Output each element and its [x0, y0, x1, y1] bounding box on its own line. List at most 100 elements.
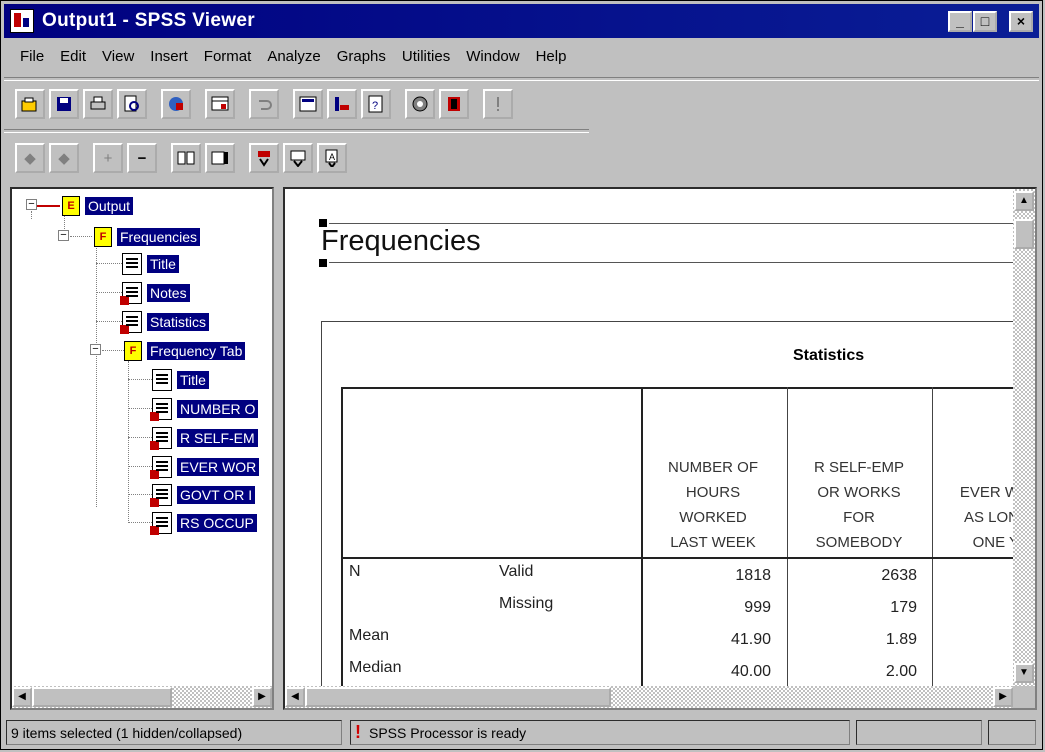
cell-value[interactable]: 41.90: [705, 631, 771, 649]
scroll-thumb[interactable]: [305, 687, 611, 707]
table-icon: [150, 398, 172, 421]
scroll-up-button[interactable]: ▲: [1014, 191, 1034, 211]
tree-item-table[interactable]: R SELF-EM: [150, 426, 258, 450]
status-bar: 9 items selected (1 hidden/collapsed) ! …: [4, 717, 1039, 747]
promote-icon[interactable]: ◆: [15, 143, 45, 173]
table-icon: [150, 456, 172, 479]
table-icon: [120, 311, 142, 334]
selection-status: 9 items selected (1 hidden/collapsed): [6, 720, 342, 745]
variables-icon[interactable]: ?: [361, 89, 391, 119]
insert-variable-icon[interactable]: [327, 89, 357, 119]
row-label-mean: Mean: [349, 627, 390, 644]
content-pane[interactable]: Frequencies Statistics NUMBER OF HOURS WOR…: [283, 187, 1037, 710]
tree-label: Title: [147, 255, 179, 273]
cell-value[interactable]: 40.00: [705, 663, 771, 681]
menu-edit[interactable]: Edit: [60, 48, 86, 65]
undo-icon[interactable]: [249, 89, 279, 119]
cell-value[interactable]: 2638: [851, 567, 917, 585]
demote-icon[interactable]: ◆: [49, 143, 79, 173]
print-icon[interactable]: [83, 89, 113, 119]
table-title: Statistics: [793, 347, 865, 364]
menu-file[interactable]: File: [20, 48, 44, 65]
cell-value[interactable]: 1.89: [851, 631, 917, 649]
tree-item-table[interactable]: RS OCCUP: [150, 511, 257, 535]
outline-pane[interactable]: − − − E Output F Frequencies Title Notes…: [10, 187, 274, 710]
tree-item-frequency-table[interactable]: F Frequency Tab: [124, 339, 246, 363]
tree-label: Notes: [147, 284, 190, 302]
standard-toolbar: ?: [15, 89, 517, 119]
tree-item-table[interactable]: GOVT OR I: [150, 483, 256, 507]
use-sets-icon[interactable]: [405, 89, 435, 119]
book-icon: E: [62, 196, 80, 216]
tree-item-table[interactable]: EVER WOR: [150, 455, 260, 479]
menu-bar: File Edit View Insert Format Analyze Gra…: [4, 41, 1039, 71]
show-icon[interactable]: [171, 143, 201, 173]
collapse-toggle[interactable]: −: [58, 230, 69, 241]
menu-graphs[interactable]: Graphs: [337, 48, 386, 65]
row-sublabel-missing: Missing: [499, 595, 554, 612]
menu-help[interactable]: Help: [536, 48, 567, 65]
scroll-right-button[interactable]: ▶: [993, 687, 1013, 707]
column-header-ever-worked[interactable]: EVER W AS LON ONE Y: [935, 480, 1019, 555]
menu-analyze[interactable]: Analyze: [267, 48, 320, 65]
goto-data-icon[interactable]: [205, 89, 235, 119]
svg-text:A: A: [329, 152, 335, 162]
tree-item-title[interactable]: Title: [122, 252, 179, 276]
scroll-right-button[interactable]: ▶: [252, 687, 272, 707]
column-header-hours[interactable]: NUMBER OF HOURS WORKED LAST WEEK: [643, 455, 783, 555]
designate-window-icon[interactable]: [483, 89, 513, 119]
collapse-toggle[interactable]: −: [90, 344, 101, 355]
title-bar[interactable]: Output1 - SPSS Viewer _ □ ×: [4, 4, 1039, 38]
outline-horizontal-scrollbar[interactable]: ◀ ▶: [12, 686, 272, 708]
export-icon[interactable]: [161, 89, 191, 119]
cell-value[interactable]: 999: [705, 599, 771, 617]
selection-handle[interactable]: [319, 259, 327, 267]
tree-item-notes[interactable]: Notes: [120, 281, 190, 305]
insert-heading-icon[interactable]: [249, 143, 279, 173]
insert-title-icon[interactable]: [283, 143, 313, 173]
tree-item-statistics[interactable]: Statistics: [120, 310, 210, 334]
collapse-toggle[interactable]: −: [26, 199, 37, 210]
output-heading[interactable]: Frequencies: [321, 225, 481, 258]
maximize-button[interactable]: □: [973, 11, 997, 32]
menu-format[interactable]: Format: [204, 48, 252, 65]
content-vertical-scrollbar[interactable]: ▲ ▼: [1013, 189, 1035, 686]
select-last-output-icon[interactable]: [439, 89, 469, 119]
collapse-icon[interactable]: −: [127, 143, 157, 173]
menu-utilities[interactable]: Utilities: [402, 48, 450, 65]
tree-item-title[interactable]: Title: [152, 368, 209, 392]
tree-label: Output: [85, 197, 134, 215]
tree-label: R SELF-EM: [177, 429, 258, 447]
cell-value[interactable]: 179: [851, 599, 917, 617]
content-horizontal-scrollbar[interactable]: ◀ ▶: [285, 686, 1013, 708]
alert-icon: !: [355, 722, 361, 742]
close-button[interactable]: ×: [1009, 11, 1033, 32]
open-icon[interactable]: [15, 89, 45, 119]
menu-insert[interactable]: Insert: [150, 48, 188, 65]
size-grip[interactable]: [988, 720, 1036, 745]
scroll-down-button[interactable]: ▼: [1014, 663, 1034, 683]
scroll-thumb[interactable]: [32, 687, 172, 707]
menu-view[interactable]: View: [102, 48, 134, 65]
hide-icon[interactable]: [205, 143, 235, 173]
spss-app-icon[interactable]: [10, 9, 34, 33]
scroll-left-button[interactable]: ◀: [285, 687, 305, 707]
menu-window[interactable]: Window: [466, 48, 519, 65]
tree-item-output[interactable]: E Output: [62, 194, 134, 218]
scroll-left-button[interactable]: ◀: [12, 687, 32, 707]
save-icon[interactable]: [49, 89, 79, 119]
cell-value[interactable]: 2.00: [851, 663, 917, 681]
cell-value[interactable]: 1818: [705, 567, 771, 585]
divider: [4, 77, 1039, 81]
column-header-self-emp[interactable]: R SELF-EMP OR WORKS FOR SOMEBODY: [789, 455, 929, 555]
insert-text-icon[interactable]: A: [317, 143, 347, 173]
tree-item-frequencies[interactable]: F Frequencies: [94, 225, 201, 249]
tree-label: RS OCCUP: [177, 514, 257, 532]
tree-item-table[interactable]: NUMBER O: [150, 397, 259, 421]
goto-chart-icon[interactable]: [293, 89, 323, 119]
print-preview-icon[interactable]: [117, 89, 147, 119]
row-label-n: N: [349, 563, 361, 580]
expand-icon[interactable]: +: [93, 143, 123, 173]
minimize-button[interactable]: _: [948, 11, 972, 32]
scroll-thumb[interactable]: [1014, 219, 1034, 249]
